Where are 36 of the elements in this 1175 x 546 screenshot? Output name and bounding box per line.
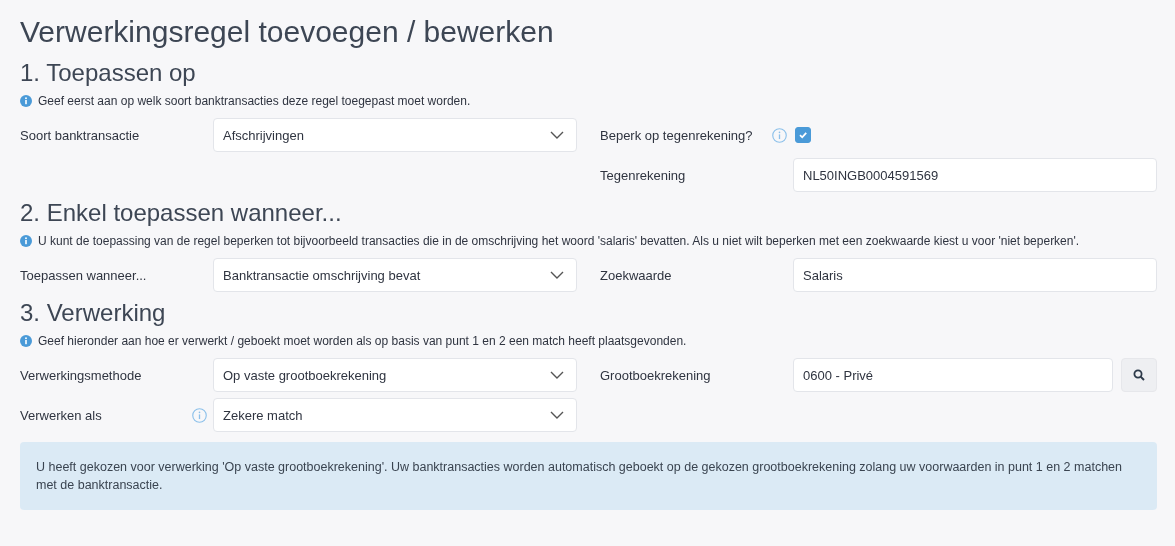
field-label: Soort banktransactie <box>20 127 140 143</box>
field-label: Beperk op tegenrekening? <box>600 127 753 143</box>
dropdown-select[interactable]: Zekere match <box>213 398 577 432</box>
chevron-down-icon <box>550 411 564 419</box>
help-icon[interactable] <box>772 127 787 143</box>
info-icon <box>20 235 32 247</box>
chevron-down-icon <box>550 271 564 279</box>
section-heading: 1. Toepassen op <box>20 58 197 88</box>
info-icon <box>20 95 32 107</box>
text-field[interactable]: NL50INGB0004591569 <box>793 158 1157 192</box>
dropdown-select[interactable]: Afschrijvingen <box>213 118 577 152</box>
info-text: Geef eerst aan op welk soort banktransacties deze regel toegepast moet worden. <box>38 94 471 108</box>
info-text: Geef hieronder aan hoe er verwerkt / geboekt moet worden als op basis van punt 1 en 2 een match heeft plaatsgevonden. <box>38 334 687 348</box>
note-text: U heeft gekozen voor verwerking 'Op vaste grootboekrekening'. Uw banktransacties worden automatisch geboekt op de gekozen grootboekrekening zolang uw voorwaarden in punt 1 en 2 matchen met de banktransactie. <box>36 460 1122 492</box>
checkbox[interactable] <box>795 127 811 143</box>
checkmark-icon <box>798 130 808 140</box>
text-field[interactable]: 0600 - Privé <box>793 358 1113 392</box>
help-icon[interactable] <box>192 407 207 423</box>
field-label: Tegenrekening <box>600 167 686 183</box>
chevron-down-icon <box>550 131 564 139</box>
info-text: U kunt de toepassing van de regel beperken tot bijvoorbeeld transacties die in de omschrijving het woord 'salaris' bevatten. Als u niet wilt beperken met een zoekwaarde kiest u voor 'niet beperken'. <box>38 234 1080 248</box>
text-field[interactable]: Salaris <box>793 258 1157 292</box>
field-label: Toepassen wanneer... <box>20 267 147 283</box>
info-icon <box>20 335 32 347</box>
dropdown-select[interactable]: Banktransactie omschrijving bevat <box>213 258 577 292</box>
dropdown-select[interactable]: Op vaste grootboekrekening <box>213 358 577 392</box>
field-label: Verwerken als <box>20 407 102 423</box>
page-title: Verwerkingsregel toevoegen / bewerken <box>20 14 555 50</box>
section-heading: 2. Enkel toepassen wanneer... <box>20 198 343 228</box>
field-label: Grootboekrekening <box>600 367 711 383</box>
chevron-down-icon <box>550 371 564 379</box>
search-icon <box>1133 369 1145 381</box>
field-label: Verwerkingsmethode <box>20 367 142 383</box>
section-heading: 3. Verwerking <box>20 298 167 328</box>
field-label: Zoekwaarde <box>600 267 672 283</box>
search-button[interactable] <box>1121 358 1157 392</box>
